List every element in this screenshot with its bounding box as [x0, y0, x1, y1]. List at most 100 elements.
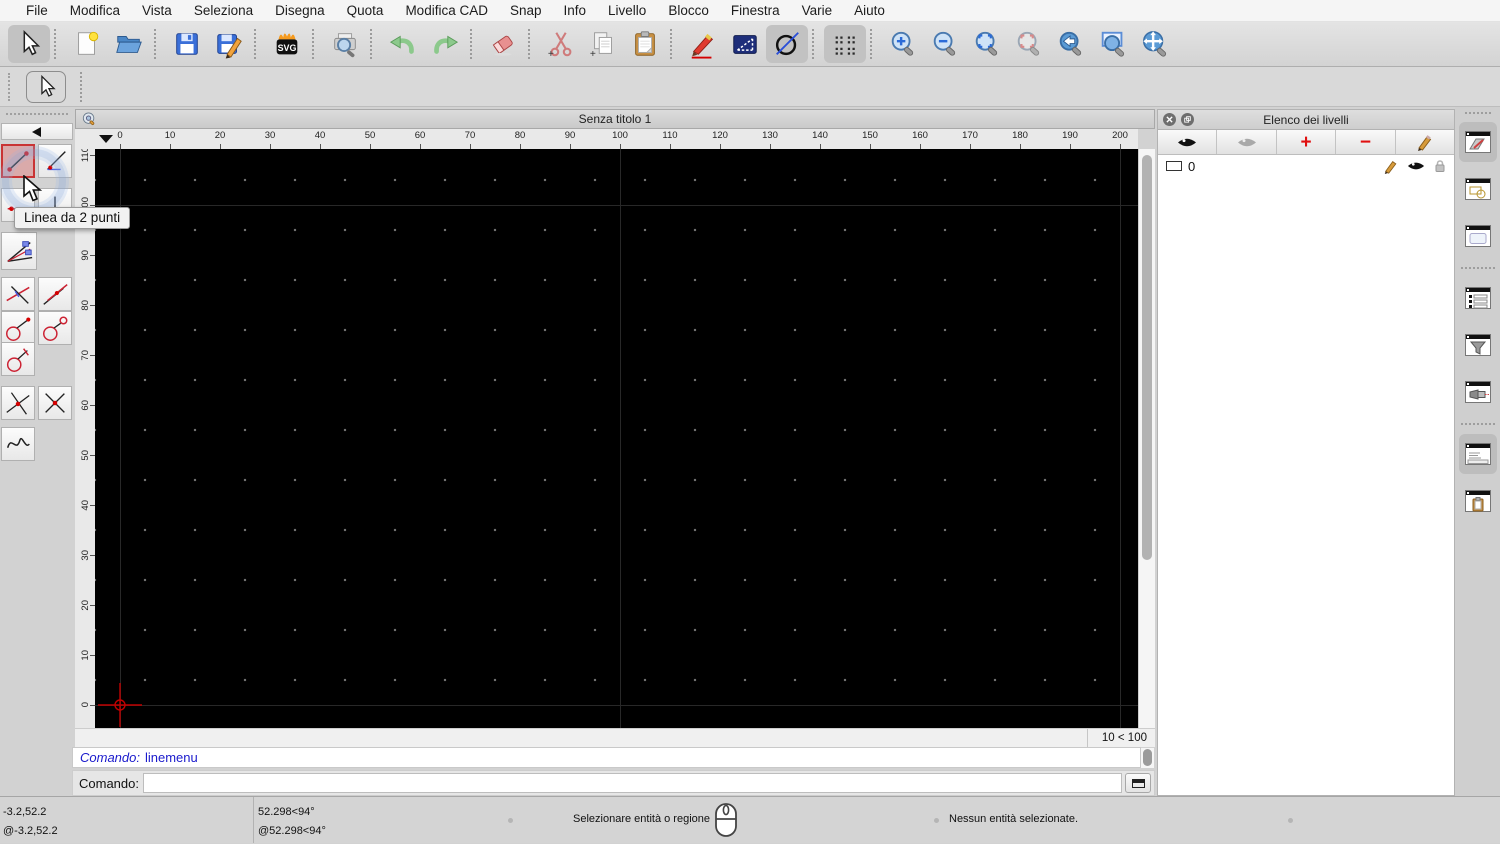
document-title-bar[interactable]: Senza titolo 1 — [75, 109, 1155, 129]
command-history: Comando: linemenu — [72, 747, 1141, 768]
layer-row[interactable]: 0 — [1158, 155, 1454, 177]
svg-export-button[interactable]: SVG — [266, 25, 308, 63]
save-as-button[interactable] — [208, 25, 250, 63]
tool-line-orthogonal[interactable] — [1, 277, 35, 311]
vertical-scrollbar[interactable] — [1138, 149, 1155, 728]
save-button[interactable] — [166, 25, 208, 63]
palette-handle[interactable] — [6, 113, 68, 116]
redo-button[interactable] — [424, 25, 466, 63]
pen-button[interactable] — [682, 25, 724, 63]
layer-visible-eye-icon[interactable] — [1407, 160, 1425, 172]
lock-icon[interactable] — [1434, 159, 1446, 173]
command-dock-button[interactable] — [1125, 773, 1151, 793]
edit-pencil-icon[interactable] — [1383, 159, 1398, 174]
draft-mode-toggle[interactable] — [766, 25, 808, 63]
window-icon — [1132, 779, 1145, 788]
zoom-out-icon — [930, 29, 960, 59]
print-preview-button[interactable] — [324, 25, 366, 63]
tool-tangent-point-circle[interactable] — [1, 311, 35, 345]
zoom-auto-button[interactable] — [966, 25, 1008, 63]
menu-item[interactable]: Varie — [791, 3, 844, 18]
relative-angle-icon — [3, 388, 33, 418]
undo-button[interactable] — [382, 25, 424, 63]
drawing-canvas[interactable] — [95, 149, 1138, 728]
zoom-in-button[interactable] — [882, 25, 924, 63]
tool-relative-angle[interactable] — [1, 386, 35, 420]
dock-handle[interactable] — [1465, 112, 1491, 114]
tool-line-bisector[interactable] — [1, 232, 37, 270]
zoom-previous-icon — [1056, 29, 1086, 59]
tool-cross[interactable] — [38, 386, 72, 420]
select-category-button[interactable] — [26, 71, 66, 103]
cross-icon — [40, 388, 70, 418]
history-scrollbar-thumb[interactable] — [1143, 749, 1152, 766]
menu-item[interactable]: Aiuto — [843, 3, 896, 18]
hruler-tick: 140 — [795, 129, 845, 149]
dock-separator — [1461, 267, 1495, 269]
tool-line-parallel[interactable] — [38, 277, 72, 311]
menu-item[interactable]: Quota — [336, 3, 395, 18]
edit-layer-button[interactable] — [1396, 130, 1454, 154]
dock-filter-button[interactable] — [1459, 325, 1497, 365]
menu-item[interactable]: Snap — [499, 3, 553, 18]
tool-line-2-points[interactable] — [1, 144, 35, 178]
tool-line-angle[interactable] — [38, 144, 72, 178]
hide-all-layers-button[interactable] — [1217, 130, 1276, 154]
tool-orthogonal-circle[interactable] — [1, 342, 35, 376]
dock-entity-list-button[interactable] — [1459, 278, 1497, 318]
copy-button[interactable]: + — [582, 25, 624, 63]
command-input[interactable] — [143, 773, 1122, 793]
tool-freehand[interactable] — [1, 427, 35, 461]
svg-text:+: + — [548, 49, 554, 59]
zoom-out-button[interactable] — [924, 25, 966, 63]
select-button[interactable] — [8, 25, 50, 63]
dock-command-line-button[interactable] — [1459, 434, 1497, 474]
menu-item[interactable]: Modifica CAD — [394, 3, 499, 18]
delete-button[interactable] — [482, 25, 524, 63]
remove-layer-button[interactable]: − — [1336, 130, 1395, 154]
dock-library-browser-button[interactable] — [1459, 216, 1497, 256]
open-button[interactable] — [108, 25, 150, 63]
toolbar-handle[interactable] — [8, 73, 12, 101]
tool-tangent-two-circles[interactable] — [38, 311, 72, 345]
float-window-icon — [1184, 116, 1191, 123]
zoom-pan-button[interactable] — [1134, 25, 1176, 63]
add-layer-button[interactable]: + — [1277, 130, 1336, 154]
red-pencil-icon — [688, 29, 718, 59]
cut-button[interactable]: + — [540, 25, 582, 63]
dock-block-list-button[interactable] — [1459, 169, 1497, 209]
layer-color-swatch[interactable] — [1166, 161, 1182, 171]
grid-toggle[interactable] — [824, 25, 866, 63]
close-button[interactable] — [1163, 113, 1176, 126]
mouse-hint-icon — [714, 802, 738, 838]
dock-pen-wizard-button[interactable] — [1459, 372, 1497, 412]
menu-item[interactable]: Info — [553, 3, 598, 18]
dock-clipboard-button[interactable] — [1459, 481, 1497, 521]
menu-item[interactable]: Vista — [131, 3, 183, 18]
menu-item[interactable]: Disegna — [264, 3, 336, 18]
paste-button[interactable] — [624, 25, 666, 63]
zoom-window-button[interactable] — [1092, 25, 1134, 63]
float-button[interactable] — [1181, 113, 1194, 126]
menu-item[interactable]: Finestra — [720, 3, 791, 18]
relative-polar: @52.298<94° — [258, 825, 326, 837]
hruler-tick: 40 — [295, 129, 345, 149]
open-folder-icon — [114, 29, 144, 59]
new-document-button[interactable] — [66, 25, 108, 63]
hruler-tick: 180 — [995, 129, 1045, 149]
zoom-redraw-button[interactable] — [1008, 25, 1050, 63]
show-all-layers-button[interactable] — [1158, 130, 1217, 154]
toolbar-separator — [528, 29, 533, 59]
menu-item[interactable]: Seleziona — [183, 3, 264, 18]
dock-layer-list-button[interactable] — [1459, 122, 1497, 162]
menu-item[interactable]: Livello — [597, 3, 657, 18]
history-scrollbar[interactable] — [1141, 748, 1154, 768]
menu-item[interactable]: Modifica — [59, 3, 131, 18]
vertical-scrollbar-thumb[interactable] — [1142, 155, 1152, 560]
zoom-pan-icon — [1140, 29, 1170, 59]
zoom-previous-button[interactable] — [1050, 25, 1092, 63]
measure-angle-button[interactable] — [724, 25, 766, 63]
palette-back-button[interactable] — [1, 123, 73, 140]
menu-item[interactable]: File — [15, 3, 59, 18]
menu-item[interactable]: Blocco — [657, 3, 720, 18]
